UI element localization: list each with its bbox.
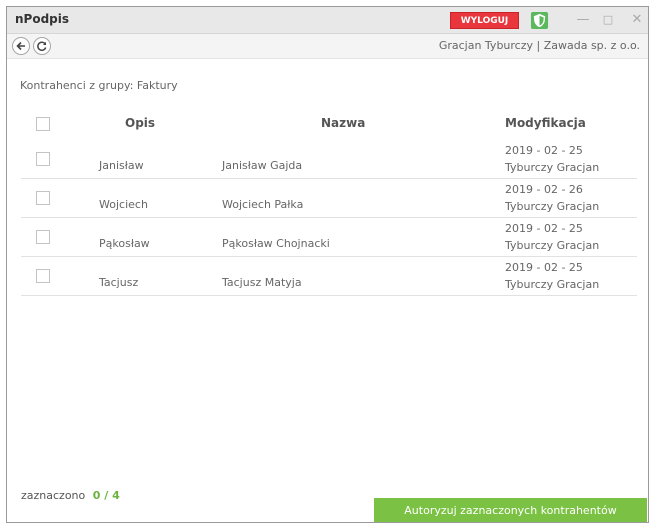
row-modification-date: 2019 - 02 - 25	[505, 261, 583, 274]
table-row[interactable]: Janisław Janisław Gajda 2019 - 02 - 25 T…	[21, 140, 637, 179]
row-opis: Wojciech	[99, 198, 148, 211]
row-nazwa: Pąkosław Chojnacki	[222, 237, 330, 250]
title-bar: nPodpis WYLOGUJ — □ ✕	[7, 7, 648, 34]
row-modification-user: Tyburczy Gracjan	[505, 200, 600, 213]
logout-button[interactable]: WYLOGUJ	[450, 12, 519, 29]
row-modification-date: 2019 - 02 - 25	[505, 222, 583, 235]
column-header-nazwa[interactable]: Nazwa	[321, 116, 365, 130]
row-opis: Janisław	[99, 159, 144, 172]
row-modification-date: 2019 - 02 - 25	[505, 144, 583, 157]
selected-label: zaznaczono	[21, 489, 86, 502]
minimize-button[interactable]: —	[573, 11, 593, 29]
row-checkbox[interactable]	[36, 269, 50, 283]
column-header-modyfikacja[interactable]: Modyfikacja	[505, 116, 586, 130]
table-row[interactable]: Wojciech Wojciech Pałka 2019 - 02 - 26 T…	[21, 179, 637, 218]
row-modification-date: 2019 - 02 - 26	[505, 183, 583, 196]
group-label: Kontrahenci z grupy: Faktury	[20, 79, 178, 92]
close-button[interactable]: ✕	[627, 11, 647, 29]
row-modification-user: Tyburczy Gracjan	[505, 239, 600, 252]
row-opis: Tacjusz	[99, 276, 139, 289]
navigation-bar: Gracjan Tyburczy | Zawada sp. z o.o.	[7, 34, 648, 59]
table-row[interactable]: Tacjusz Tacjusz Matyja 2019 - 02 - 25 Ty…	[21, 257, 637, 296]
refresh-icon	[37, 41, 47, 51]
selected-count: 0 / 4	[92, 489, 120, 502]
row-modification-user: Tyburczy Gracjan	[505, 161, 600, 174]
refresh-button[interactable]	[33, 37, 51, 55]
row-checkbox[interactable]	[36, 230, 50, 244]
back-arrow-icon	[16, 41, 25, 51]
row-nazwa: Wojciech Pałka	[222, 198, 304, 211]
selection-summary: zaznaczono 0 / 4	[21, 489, 120, 502]
select-all-checkbox[interactable]	[36, 117, 50, 131]
app-window: nPodpis WYLOGUJ — □ ✕ Gracjan Tyburczy |…	[6, 6, 649, 523]
row-checkbox[interactable]	[36, 152, 50, 166]
table-row[interactable]: Pąkosław Pąkosław Chojnacki 2019 - 02 - …	[21, 218, 637, 257]
contractor-list: Janisław Janisław Gajda 2019 - 02 - 25 T…	[21, 140, 637, 296]
app-title: nPodpis	[15, 12, 70, 26]
user-company-info: Gracjan Tyburczy | Zawada sp. z o.o.	[438, 39, 640, 52]
column-header-opis[interactable]: Opis	[125, 116, 155, 130]
row-checkbox[interactable]	[36, 191, 50, 205]
back-button[interactable]	[12, 37, 30, 55]
shield-icon[interactable]	[530, 11, 549, 30]
maximize-button[interactable]: □	[598, 11, 618, 29]
row-opis: Pąkosław	[99, 237, 150, 250]
row-modification-user: Tyburczy Gracjan	[505, 278, 600, 291]
row-nazwa: Tacjusz Matyja	[222, 276, 302, 289]
table-header: Opis Nazwa Modyfikacja	[21, 108, 637, 138]
authorize-selected-button[interactable]: Autoryzuj zaznaczonych kontrahentów	[374, 498, 647, 522]
row-nazwa: Janisław Gajda	[222, 159, 303, 172]
